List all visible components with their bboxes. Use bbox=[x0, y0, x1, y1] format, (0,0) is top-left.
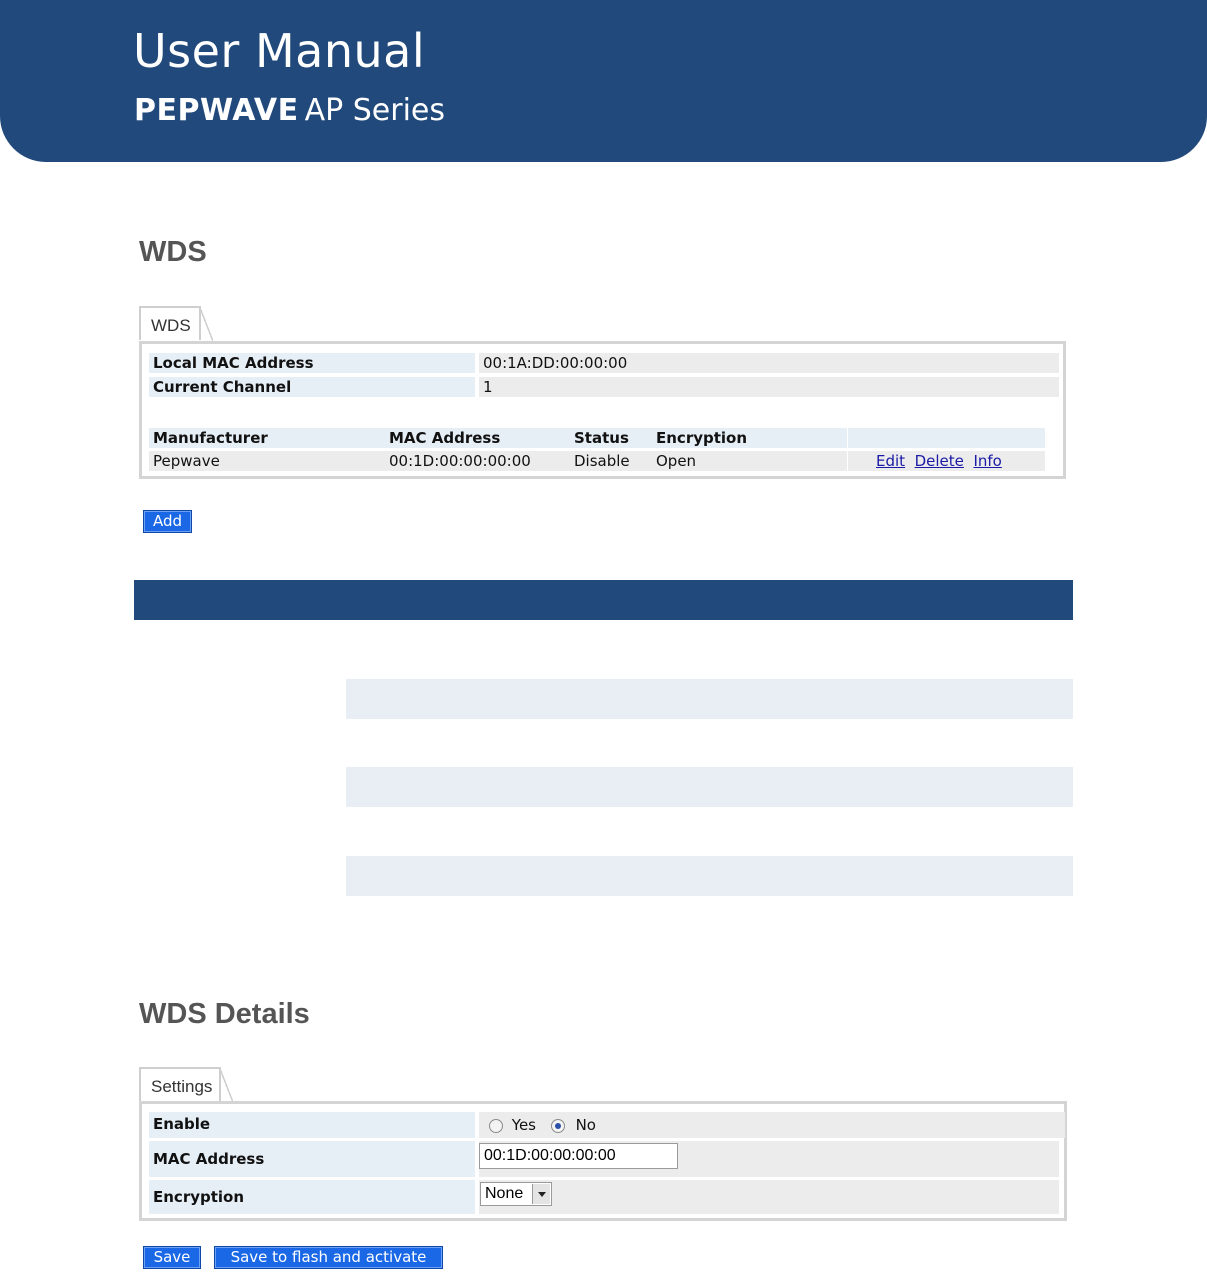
wds-details-heading: WDS Details bbox=[139, 998, 310, 1030]
mac-label: MAC Address bbox=[149, 1141, 475, 1177]
enable-options: Yes No bbox=[479, 1112, 1065, 1138]
document-title: User Manual bbox=[133, 24, 426, 78]
channel-label: Current Channel bbox=[149, 377, 475, 397]
chevron-down-icon[interactable] bbox=[532, 1184, 550, 1204]
table-row-shade bbox=[346, 767, 1073, 807]
encryption-select[interactable]: None bbox=[480, 1182, 552, 1206]
cell-mac-address: 00:1D:00:00:00:00 bbox=[385, 451, 570, 471]
table-header-bar bbox=[134, 580, 1073, 620]
add-button[interactable]: Add bbox=[143, 510, 192, 533]
tab-settings[interactable]: Settings bbox=[139, 1067, 233, 1103]
col-mac-address: MAC Address bbox=[385, 428, 570, 448]
info-link[interactable]: Info bbox=[973, 452, 1001, 470]
table-row-shade bbox=[346, 679, 1073, 719]
mac-address-input[interactable]: 00:1D:00:00:00:00 bbox=[479, 1143, 678, 1169]
col-status: Status bbox=[570, 428, 652, 448]
cell-manufacturer: Pepwave bbox=[149, 451, 387, 471]
delete-link[interactable]: Delete bbox=[915, 452, 964, 470]
tab-wds[interactable]: WDS bbox=[139, 306, 213, 342]
enable-no-label: No bbox=[575, 1116, 596, 1134]
wds-heading: WDS bbox=[139, 236, 207, 268]
encryption-label: Encryption bbox=[149, 1180, 475, 1214]
table-row-shade bbox=[346, 856, 1073, 896]
channel-value: 1 bbox=[479, 377, 1059, 397]
cell-status: Disable bbox=[570, 451, 652, 471]
enable-yes-label: Yes bbox=[511, 1116, 536, 1134]
brand-name: PEPWAVE bbox=[134, 93, 299, 128]
save-button[interactable]: Save bbox=[143, 1246, 201, 1269]
local-mac-value: 00:1A:DD:00:00:00 bbox=[479, 353, 1059, 373]
product-subtitle: PEPWAVE AP Series bbox=[134, 93, 445, 128]
local-mac-label: Local MAC Address bbox=[149, 353, 475, 373]
cell-actions: Edit Delete Info bbox=[848, 451, 1045, 471]
cell-encryption: Open bbox=[652, 451, 847, 471]
encryption-selected-value: None bbox=[485, 1185, 524, 1202]
encryption-value-cell bbox=[479, 1180, 1059, 1214]
series-name: AP Series bbox=[304, 93, 446, 128]
col-actions bbox=[848, 428, 1045, 448]
wds-panel: Local MAC Address 00:1A:DD:00:00:00 Curr… bbox=[139, 341, 1066, 479]
edit-link[interactable]: Edit bbox=[876, 452, 905, 470]
col-encryption: Encryption bbox=[652, 428, 847, 448]
enable-no-radio[interactable] bbox=[550, 1118, 565, 1133]
save-activate-button[interactable]: Save to flash and activate bbox=[214, 1246, 443, 1269]
header-banner: User Manual PEPWAVE AP Series bbox=[0, 0, 1207, 162]
enable-yes-radio[interactable] bbox=[489, 1118, 503, 1133]
col-manufacturer: Manufacturer bbox=[149, 428, 387, 448]
enable-label: Enable bbox=[149, 1112, 475, 1138]
